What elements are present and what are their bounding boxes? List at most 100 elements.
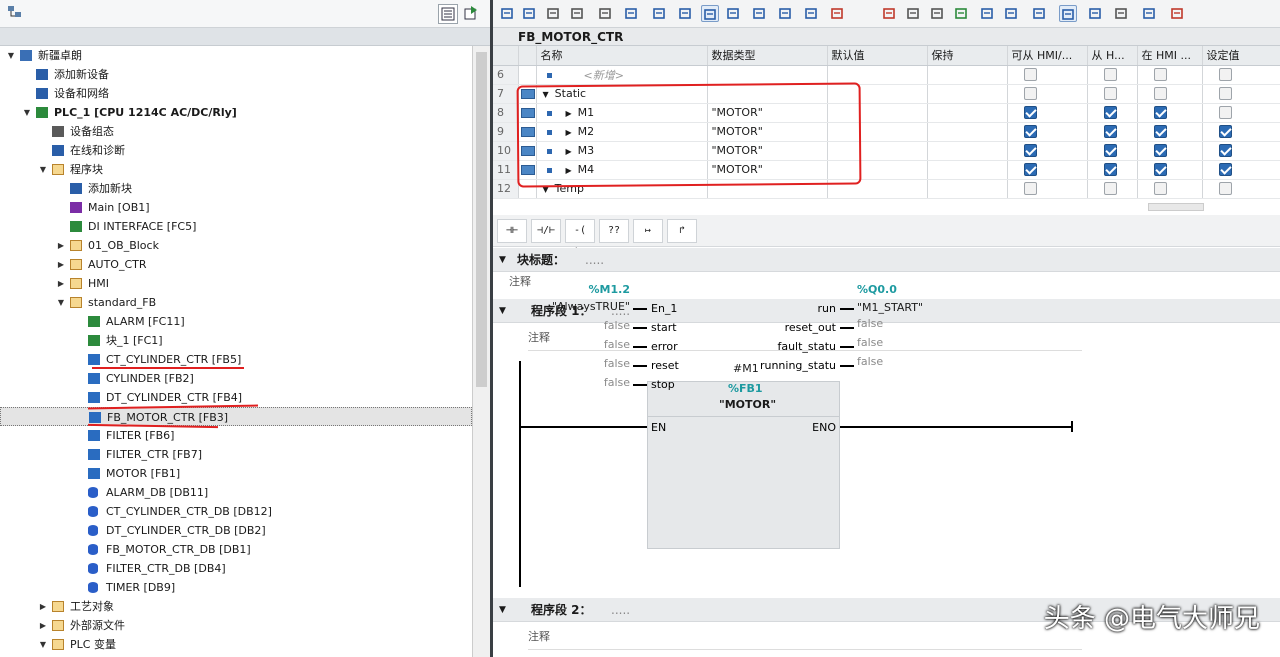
collapse-all-icon[interactable] (677, 5, 695, 22)
collapse-icon[interactable]: ▼ (6, 46, 16, 65)
hmi-checkbox[interactable] (1103, 163, 1117, 177)
jump-back-icon[interactable] (929, 5, 947, 22)
tree-item[interactable]: ▼ PLC 变量 (0, 635, 472, 654)
step-icon[interactable] (979, 5, 997, 22)
tree-item[interactable]: 添加新块 (0, 179, 472, 198)
network-view-icon[interactable] (1141, 5, 1159, 22)
type-cell[interactable] (707, 65, 828, 85)
tree-item[interactable]: FILTER_CTR_DB [DB4] (0, 559, 472, 578)
input-operand[interactable]: false (604, 376, 630, 389)
symbol-icon[interactable] (803, 5, 821, 22)
block-title-section[interactable]: ▼ 块标题： ..... (493, 248, 1280, 272)
collapse-icon[interactable]: ▼ (499, 248, 506, 272)
delete-network-icon[interactable] (521, 5, 539, 22)
tree-item[interactable]: FILTER_CTR [FB7] (0, 445, 472, 464)
tree-item[interactable]: ▶ 工艺对象 (0, 597, 472, 616)
retain-cell[interactable] (927, 65, 1008, 85)
retain-cell[interactable] (927, 179, 1008, 199)
navigate-icon[interactable] (1003, 5, 1021, 22)
column-header[interactable]: 保持 (927, 46, 1008, 66)
tree-item[interactable]: DT_CYLINDER_CTR_DB [DB2] (0, 521, 472, 540)
expand-icon[interactable]: ▶ (38, 597, 48, 616)
hmi-checkbox[interactable] (1153, 182, 1167, 196)
hmi-checkbox[interactable] (1153, 144, 1167, 158)
retain-cell[interactable] (927, 103, 1008, 123)
tree-item[interactable]: MOTOR [FB1] (0, 464, 472, 483)
hmi-checkbox[interactable] (1153, 87, 1167, 101)
input-operand[interactable]: "AlwaysTRUE" (552, 300, 630, 313)
delete-row-icon[interactable] (569, 5, 587, 22)
hmi-checkbox[interactable] (1023, 106, 1037, 120)
empty-box-button[interactable]: ?? (599, 219, 629, 243)
tree-scrollbar[interactable] (472, 46, 490, 657)
output-operand[interactable]: false (857, 317, 883, 330)
insert-row-icon[interactable] (545, 5, 563, 22)
retain-cell[interactable] (927, 141, 1008, 161)
column-header[interactable]: 可从 HMI/... (1007, 46, 1088, 66)
tree-item[interactable]: FILTER [FB6] (0, 426, 472, 445)
tree-item[interactable]: ▼ PLC_1 [CPU 1214C AC/DC/Rly] (0, 103, 472, 122)
tree-item[interactable]: ▼ 新疆卓朗 (0, 46, 472, 65)
tree-item[interactable]: CYLINDER [FB2] (0, 369, 472, 388)
interface-scroll-arrows[interactable] (1148, 203, 1204, 211)
hmi-checkbox[interactable] (1218, 163, 1232, 177)
collapse-icon[interactable]: ▼ (56, 293, 66, 312)
tree-item[interactable]: ▶ 外部源文件 (0, 616, 472, 635)
tree-item[interactable]: 在线和诊断 (0, 141, 472, 160)
tree-item[interactable]: ▶ 01_OB_Block (0, 236, 472, 255)
hmi-checkbox[interactable] (1103, 106, 1117, 120)
monitor-icon[interactable] (953, 5, 971, 22)
tree-item[interactable]: ▼ 程序块 (0, 160, 472, 179)
search-icon[interactable] (1087, 5, 1105, 22)
collapse-icon[interactable]: ▼ (38, 160, 48, 179)
hmi-checkbox[interactable] (1023, 144, 1037, 158)
insert-network-icon[interactable] (499, 5, 517, 22)
default-cell[interactable] (827, 65, 928, 85)
hmi-checkbox[interactable] (1153, 125, 1167, 139)
hmi-checkbox[interactable] (1023, 68, 1037, 82)
retain-cell[interactable] (927, 160, 1008, 180)
expand-icon[interactable]: ▶ (56, 236, 66, 255)
hmi-checkbox[interactable] (1218, 87, 1232, 101)
tree-item[interactable]: 设备组态 (0, 122, 472, 141)
column-header[interactable]: 在 HMI ... (1137, 46, 1203, 66)
block-comment[interactable]: 注释 (509, 273, 531, 289)
hmi-checkbox[interactable] (1103, 125, 1117, 139)
collapse-icon[interactable]: ▼ (499, 299, 506, 323)
zoom-out-icon[interactable] (751, 5, 769, 22)
tree-scrollbar-thumb[interactable] (476, 52, 487, 387)
hmi-checkbox[interactable] (1023, 163, 1037, 177)
hmi-checkbox[interactable] (1103, 144, 1117, 158)
close-branch-button[interactable]: ↱ (667, 219, 697, 243)
tree-item[interactable]: DI INTERFACE [FC5] (0, 217, 472, 236)
hmi-checkbox[interactable] (1218, 68, 1232, 82)
hmi-checkbox[interactable] (1218, 144, 1232, 158)
tree-item[interactable]: ▶ HMI (0, 274, 472, 293)
tree-item[interactable]: ALARM_DB [DB11] (0, 483, 472, 502)
table-row[interactable]: 6 <新增> (493, 65, 1280, 85)
input-operand[interactable]: false (604, 357, 630, 370)
tree-item[interactable]: TIMER [DB9] (0, 578, 472, 597)
column-header[interactable]: 数据类型 (707, 46, 828, 66)
breakpoint-icon[interactable] (829, 5, 847, 22)
tree-item[interactable]: 添加新设备 (0, 65, 472, 84)
overview-view-icon[interactable] (438, 4, 458, 24)
comment-icon[interactable] (701, 5, 719, 22)
tree-item[interactable]: ▶ AUTO_CTR (0, 255, 472, 274)
nc-contact-button[interactable]: ⊣/⊢ (531, 219, 561, 243)
hmi-checkbox[interactable] (1103, 68, 1117, 82)
hmi-checkbox[interactable] (1218, 182, 1232, 196)
output-operand[interactable]: "M1_START" (857, 301, 923, 314)
address-icon[interactable] (777, 5, 795, 22)
hmi-checkbox[interactable] (1153, 163, 1167, 177)
tree-item[interactable]: 设备和网络 (0, 84, 472, 103)
column-header[interactable]: 名称 (536, 46, 708, 66)
coil-button[interactable]: -( )- (565, 219, 595, 258)
settings-icon[interactable] (1113, 5, 1131, 22)
export-icon[interactable] (462, 4, 482, 24)
tree-item[interactable]: ▼ standard_FB (0, 293, 472, 312)
tree-item[interactable]: FB_MOTOR_CTR [FB3] (0, 407, 472, 426)
network-2-comment[interactable]: 注释 (528, 628, 1082, 650)
tree-item[interactable]: Main [OB1] (0, 198, 472, 217)
input-operand[interactable]: false (604, 338, 630, 351)
